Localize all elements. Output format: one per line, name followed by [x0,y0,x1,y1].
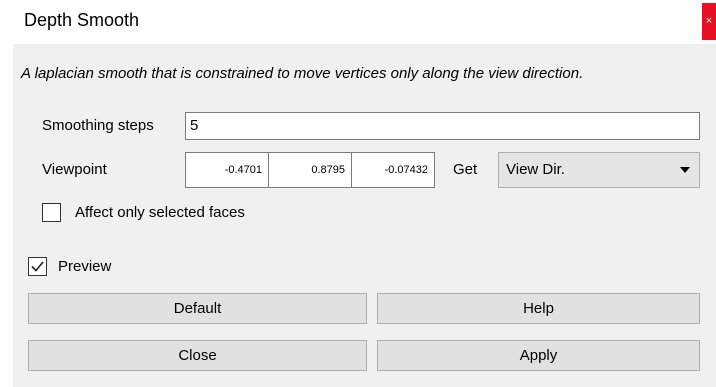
preview-label: Preview [58,258,112,275]
close-button[interactable]: Close [28,340,367,371]
apply-button[interactable]: Apply [377,340,700,371]
viewpoint-x-input[interactable]: -0.4701 [185,152,269,188]
close-window-button[interactable]: × [702,3,716,40]
get-direction-select[interactable]: View Dir. [498,152,700,188]
viewpoint-z-input[interactable]: -0.07432 [351,152,435,188]
checkmark-icon [31,261,44,272]
depth-smooth-dialog: Depth Smooth × A laplacian smooth that i… [0,0,716,387]
preview-checkbox[interactable] [28,257,47,276]
viewpoint-label: Viewpoint [42,161,107,178]
get-direction-selected: View Dir. [506,161,565,178]
smoothing-steps-input[interactable]: 5 [185,112,700,140]
title-bar: Depth Smooth × [0,0,716,44]
viewpoint-y-input[interactable]: 0.8795 [268,152,352,188]
affect-selected-label: Affect only selected faces [75,204,245,221]
affect-selected-checkbox[interactable] [42,203,61,222]
get-label: Get [453,161,478,178]
window-title: Depth Smooth [24,10,140,30]
filter-description: A laplacian smooth that is constrained t… [21,65,584,82]
smoothing-steps-label: Smoothing steps [42,117,154,134]
help-button[interactable]: Help [377,293,700,324]
default-button[interactable]: Default [28,293,367,324]
chevron-down-icon [680,167,690,173]
